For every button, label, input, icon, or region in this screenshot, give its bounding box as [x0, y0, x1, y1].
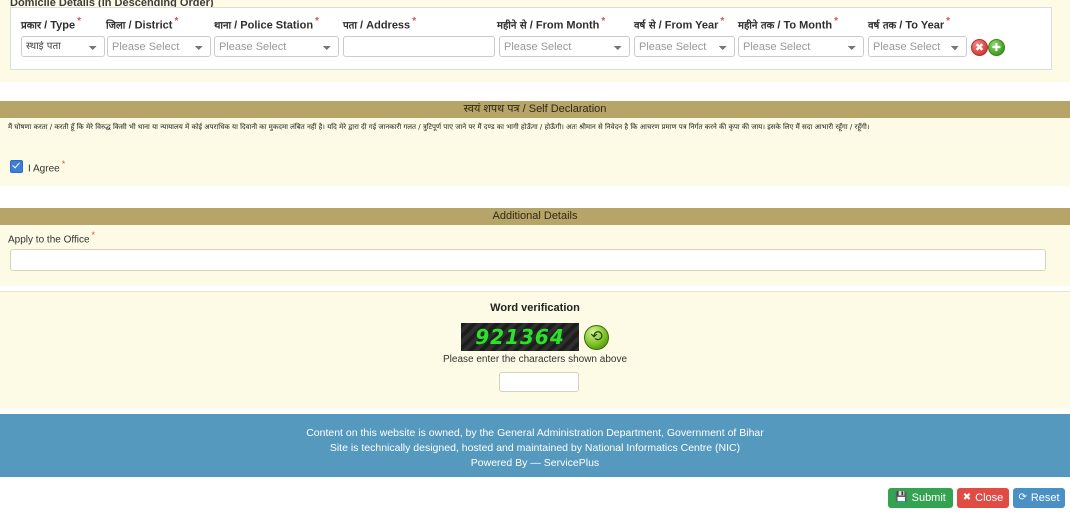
- from-year-select[interactable]: Please Select: [634, 36, 735, 57]
- action-bar: 💾 Submit ✖ Close ⟳ Reset: [0, 477, 1070, 515]
- apply-to-office-input[interactable]: [10, 249, 1046, 271]
- site-footer: Content on this website is owned, by the…: [0, 414, 1070, 477]
- additional-details-body: Apply to the Office *: [0, 225, 1070, 286]
- address-input[interactable]: [343, 36, 495, 57]
- submit-button[interactable]: 💾 Submit: [888, 488, 953, 508]
- self-declaration-text: मैं घोषणा करता / करती हूँ कि मेरे विरुद्…: [8, 123, 870, 131]
- self-declaration-body: मैं घोषणा करता / करती हूँ कि मेरे विरुद्…: [0, 118, 1070, 186]
- agree-checkbox-group[interactable]: I Agree *: [10, 159, 65, 174]
- domicile-details-section: Domicile Details (in Descending Order) प…: [0, 0, 1070, 82]
- from-month-select[interactable]: Please Select: [499, 36, 630, 57]
- footer-line-1: Content on this website is owned, by the…: [306, 427, 764, 439]
- close-button[interactable]: ✖ Close: [957, 488, 1009, 508]
- add-circle-icon[interactable]: ✚: [988, 39, 1005, 56]
- label-to-year: वर्ष तक / To Year *: [868, 16, 951, 32]
- reset-button[interactable]: ⟳ Reset: [1013, 488, 1065, 508]
- type-select[interactable]: स्थाई पता: [21, 36, 105, 57]
- refresh-icon-reset: ⟳: [1018, 492, 1027, 503]
- spacer-above-additional-details: [0, 186, 1070, 208]
- label-address: पता / Address *: [343, 16, 417, 32]
- footer-line-3: Powered By — ServicePlus: [470, 457, 600, 469]
- additional-details-header: Additional Details: [0, 208, 1070, 225]
- police-station-select[interactable]: Please Select: [214, 36, 339, 57]
- label-police-station: थाना / Police Station *: [214, 16, 319, 32]
- submit-button-label: Submit: [911, 492, 946, 504]
- domicile-details-row-container: प्रकार / Type * जिला / District * थाना / P…: [10, 7, 1052, 70]
- word-verification-title: Word verification: [490, 302, 580, 314]
- label-from-year: वर्ष से / From Year *: [634, 16, 725, 32]
- remove-circle-icon[interactable]: ✖: [971, 39, 988, 56]
- captcha-hint: Please enter the characters shown above: [443, 354, 627, 365]
- apply-to-office-label: Apply to the Office *: [8, 230, 96, 246]
- label-district: जिला / District *: [106, 16, 179, 32]
- domicile-field-controls: स्थाई पता Please Select Please Select Pl…: [11, 36, 1051, 60]
- save-icon: 💾: [895, 492, 908, 503]
- close-circle-icon: ✖: [962, 492, 972, 503]
- agree-checkbox[interactable]: [10, 160, 23, 174]
- captcha-text: 921364: [475, 325, 565, 349]
- label-to-month: महीने तक / To Month *: [738, 16, 839, 32]
- close-button-label: Close: [975, 492, 1004, 504]
- refresh-icon[interactable]: ⟲: [584, 324, 609, 350]
- self-declaration-header: स्वयं शपथ पत्र / Self Declaration: [0, 101, 1070, 118]
- domicile-field-labels: प्रकार / Type * जिला / District * थाना / P…: [11, 8, 1051, 36]
- label-from-month: महीने से / From Month *: [497, 16, 606, 32]
- captcha-row: 921364 ⟲: [0, 323, 1070, 351]
- agree-label: I Agree *: [28, 159, 66, 175]
- word-verification-section: Word verification 921364 ⟲ Please enter …: [0, 291, 1070, 409]
- to-year-select[interactable]: Please Select: [868, 36, 967, 57]
- page-root: Domicile Details (in Descending Order) प…: [0, 0, 1070, 515]
- captcha-input[interactable]: [499, 372, 579, 392]
- district-select[interactable]: Please Select: [107, 36, 211, 57]
- footer-line-2: Site is technically designed, hosted and…: [329, 442, 741, 454]
- reset-button-label: Reset: [1030, 492, 1060, 504]
- label-type: प्रकार / Type *: [21, 16, 81, 32]
- captcha-image: 921364: [461, 323, 579, 351]
- spacer-above-self-declaration: [0, 82, 1070, 101]
- to-month-select[interactable]: Please Select: [738, 36, 864, 57]
